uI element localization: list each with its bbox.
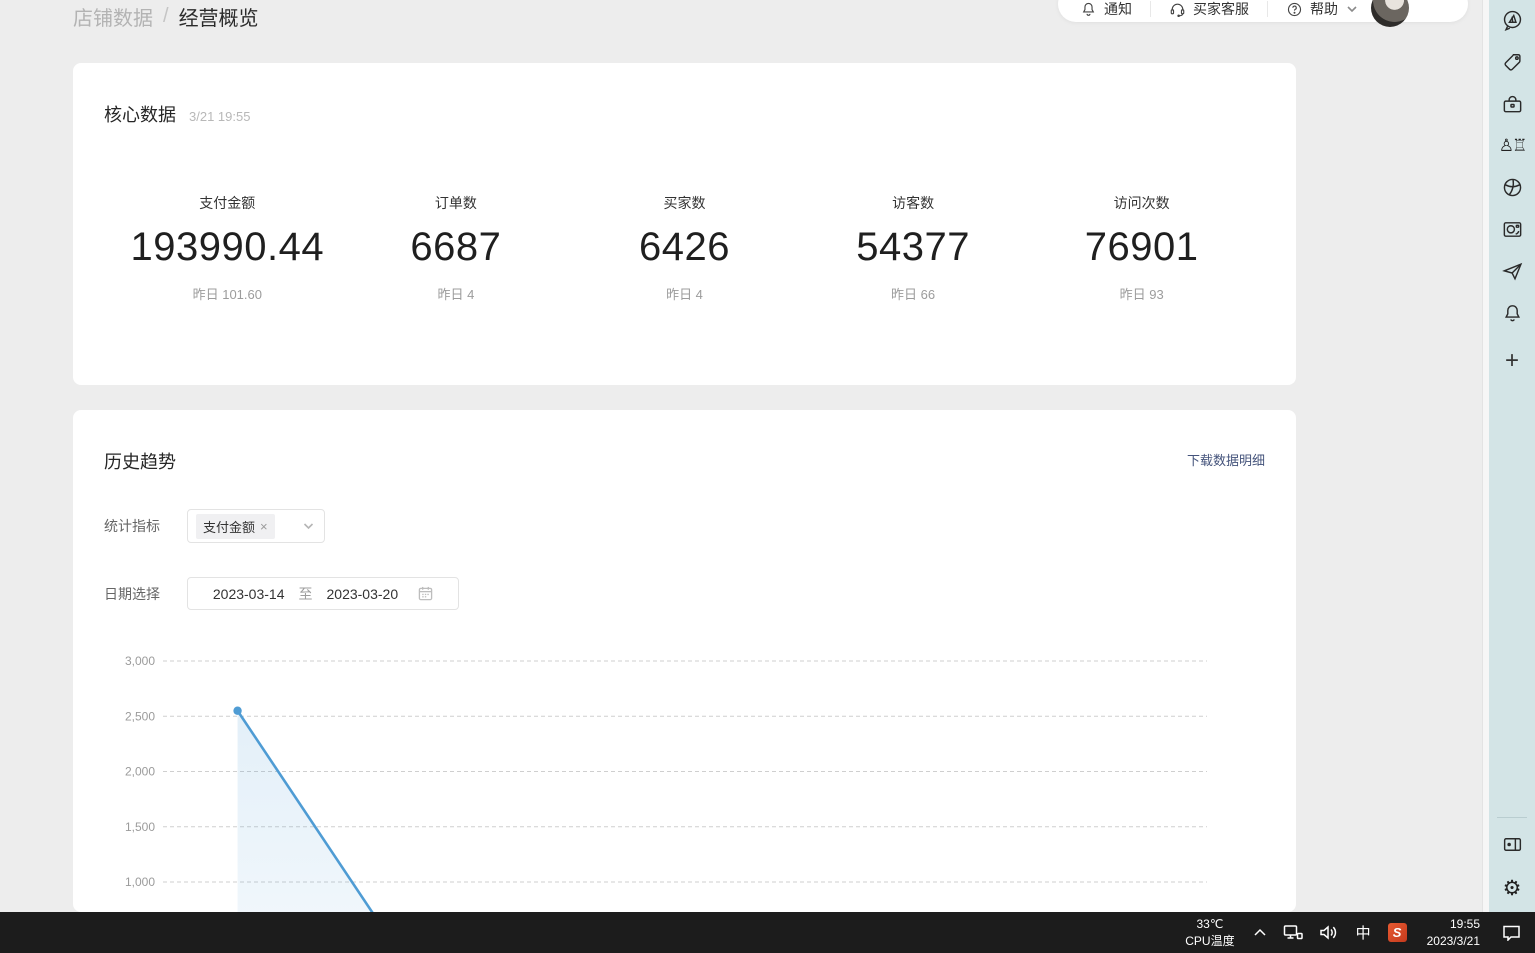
tag-label: 支付金额 bbox=[203, 517, 255, 536]
y-tick-label: 2,500 bbox=[125, 709, 155, 723]
plus-icon[interactable]: + bbox=[1500, 349, 1524, 373]
metric-payment-amount[interactable]: 支付金额 193990.44 昨日 101.60 bbox=[113, 193, 342, 303]
metric-visitor-count[interactable]: 访客数 54377 昨日 66 bbox=[799, 193, 1028, 303]
chess-icon[interactable]: ♙♖ bbox=[1500, 133, 1524, 157]
customer-service-button[interactable]: 买家客服 bbox=[1169, 0, 1249, 19]
cpu-temp-value: 33℃ bbox=[1185, 916, 1234, 932]
trend-card-title: 历史趋势 bbox=[104, 448, 176, 474]
taskbar: 33℃ CPU温度 中 S 19:55 2023/3/21 bbox=[0, 912, 1535, 953]
metric-value: 6426 bbox=[570, 225, 799, 270]
history-trend-card: 历史趋势 下载数据明细 统计指标 支付金额 × 日期选择 2023-03-14 … bbox=[73, 410, 1296, 912]
tag-close-icon[interactable]: × bbox=[260, 520, 268, 533]
metric-label: 买家数 bbox=[570, 193, 799, 213]
metric-value: 193990.44 bbox=[113, 225, 342, 270]
metric-select-label: 统计指标 bbox=[104, 516, 187, 536]
breadcrumb-parent[interactable]: 店铺数据 bbox=[73, 2, 153, 31]
settings-gear-icon[interactable]: ⚙ bbox=[1500, 876, 1524, 900]
paper-plane-icon[interactable] bbox=[1500, 259, 1524, 283]
date-select-label: 日期选择 bbox=[104, 584, 187, 604]
volume-icon[interactable] bbox=[1311, 912, 1347, 953]
data-point[interactable] bbox=[233, 707, 241, 715]
system-tray: 33℃ CPU温度 中 S 19:55 2023/3/21 bbox=[1175, 912, 1535, 953]
metric-value: 76901 bbox=[1027, 225, 1256, 270]
clock-time: 19:55 bbox=[1427, 916, 1480, 932]
core-card-timestamp: 3/21 19:55 bbox=[189, 109, 250, 124]
metric-value: 54377 bbox=[799, 225, 1028, 270]
metrics-row: 支付金额 193990.44 昨日 101.60 订单数 6687 昨日 4 买… bbox=[113, 193, 1256, 303]
chevron-down-icon bbox=[1347, 6, 1357, 13]
sidebar-divider bbox=[1497, 817, 1527, 818]
metric-yesterday: 昨日 93 bbox=[1027, 284, 1256, 303]
sphere-icon[interactable] bbox=[1500, 175, 1524, 199]
date-range-to: 至 bbox=[299, 584, 313, 604]
help-circle-icon bbox=[1286, 1, 1303, 18]
metric-label: 访客数 bbox=[799, 193, 1028, 213]
metric-order-count[interactable]: 订单数 6687 昨日 4 bbox=[342, 193, 571, 303]
toolbox-icon[interactable] bbox=[1500, 92, 1524, 116]
clock[interactable]: 19:55 2023/3/21 bbox=[1415, 916, 1492, 948]
area-fill bbox=[238, 711, 387, 912]
core-data-card: 核心数据 3/21 19:55 支付金额 193990.44 昨日 101.60… bbox=[73, 63, 1296, 385]
notification-button[interactable]: 通知 bbox=[1080, 0, 1132, 19]
metric-yesterday: 昨日 66 bbox=[799, 284, 1028, 303]
action-center-icon[interactable] bbox=[1492, 912, 1535, 953]
tag-icon[interactable] bbox=[1500, 50, 1524, 74]
header-bar: 通知 买家客服 帮助 bbox=[1058, 0, 1468, 22]
chevron-up-icon[interactable] bbox=[1245, 912, 1275, 953]
notification-label: 通知 bbox=[1104, 0, 1132, 19]
y-tick-label: 3,000 bbox=[125, 654, 155, 668]
y-tick-label: 1,500 bbox=[125, 820, 155, 834]
sogou-icon[interactable]: S bbox=[1380, 912, 1415, 953]
breadcrumb-separator: / bbox=[163, 5, 169, 28]
customer-service-label: 买家客服 bbox=[1193, 0, 1249, 19]
metric-label: 订单数 bbox=[342, 193, 571, 213]
help-label: 帮助 bbox=[1310, 0, 1338, 19]
avatar[interactable] bbox=[1371, 0, 1409, 27]
download-data-link[interactable]: 下载数据明细 bbox=[1187, 450, 1265, 469]
bell-icon[interactable] bbox=[1500, 301, 1524, 325]
calendar-icon bbox=[418, 586, 433, 601]
network-icon[interactable] bbox=[1275, 912, 1311, 953]
date-start-value[interactable]: 2023-03-14 bbox=[213, 586, 285, 602]
metric-select[interactable]: 支付金额 × bbox=[187, 509, 325, 543]
scrollbar-track[interactable] bbox=[1482, 0, 1489, 912]
metric-label: 支付金额 bbox=[113, 193, 342, 213]
metric-yesterday: 昨日 4 bbox=[342, 284, 571, 303]
selected-metric-tag: 支付金额 × bbox=[196, 514, 275, 539]
metric-yesterday: 昨日 101.60 bbox=[113, 284, 342, 303]
collapse-panel-icon[interactable] bbox=[1500, 832, 1524, 856]
dock-sidebar: ♙♖ + ⚙ bbox=[1489, 0, 1535, 912]
cpu-temp-label: CPU温度 bbox=[1185, 933, 1234, 949]
qianniu-chat-icon[interactable] bbox=[1500, 8, 1524, 32]
y-tick-label: 1,000 bbox=[125, 875, 155, 889]
metric-label: 访问次数 bbox=[1027, 193, 1256, 213]
help-button[interactable]: 帮助 bbox=[1286, 0, 1357, 19]
metric-buyer-count[interactable]: 买家数 6426 昨日 4 bbox=[570, 193, 799, 303]
screenshot-icon[interactable] bbox=[1500, 217, 1524, 241]
trend-chart[interactable]: 3,000 2,500 2,000 1,500 1,000 bbox=[103, 650, 1207, 912]
metric-yesterday: 昨日 4 bbox=[570, 284, 799, 303]
headset-icon bbox=[1169, 1, 1186, 18]
core-card-title: 核心数据 bbox=[104, 101, 176, 127]
breadcrumb: 店铺数据 / 经营概览 bbox=[73, 2, 259, 31]
area-chart: 3,000 2,500 2,000 1,500 1,000 bbox=[103, 650, 1207, 912]
metric-visit-times[interactable]: 访问次数 76901 昨日 93 bbox=[1027, 193, 1256, 303]
page-title: 经营概览 bbox=[179, 2, 259, 31]
date-end-value[interactable]: 2023-03-20 bbox=[327, 586, 399, 602]
divider bbox=[1150, 1, 1151, 17]
divider bbox=[1267, 1, 1268, 17]
desktop: 店铺数据 / 经营概览 通知 买家客服 bbox=[0, 0, 1535, 953]
cpu-temp-widget[interactable]: 33℃ CPU温度 bbox=[1175, 916, 1244, 948]
y-tick-label: 2,000 bbox=[125, 765, 155, 779]
metric-value: 6687 bbox=[342, 225, 571, 270]
bell-icon bbox=[1080, 1, 1097, 18]
date-range-picker[interactable]: 2023-03-14 至 2023-03-20 bbox=[187, 577, 459, 610]
ime-indicator[interactable]: 中 bbox=[1347, 922, 1380, 943]
chevron-down-icon bbox=[303, 523, 314, 530]
clock-date: 2023/3/21 bbox=[1427, 933, 1480, 949]
